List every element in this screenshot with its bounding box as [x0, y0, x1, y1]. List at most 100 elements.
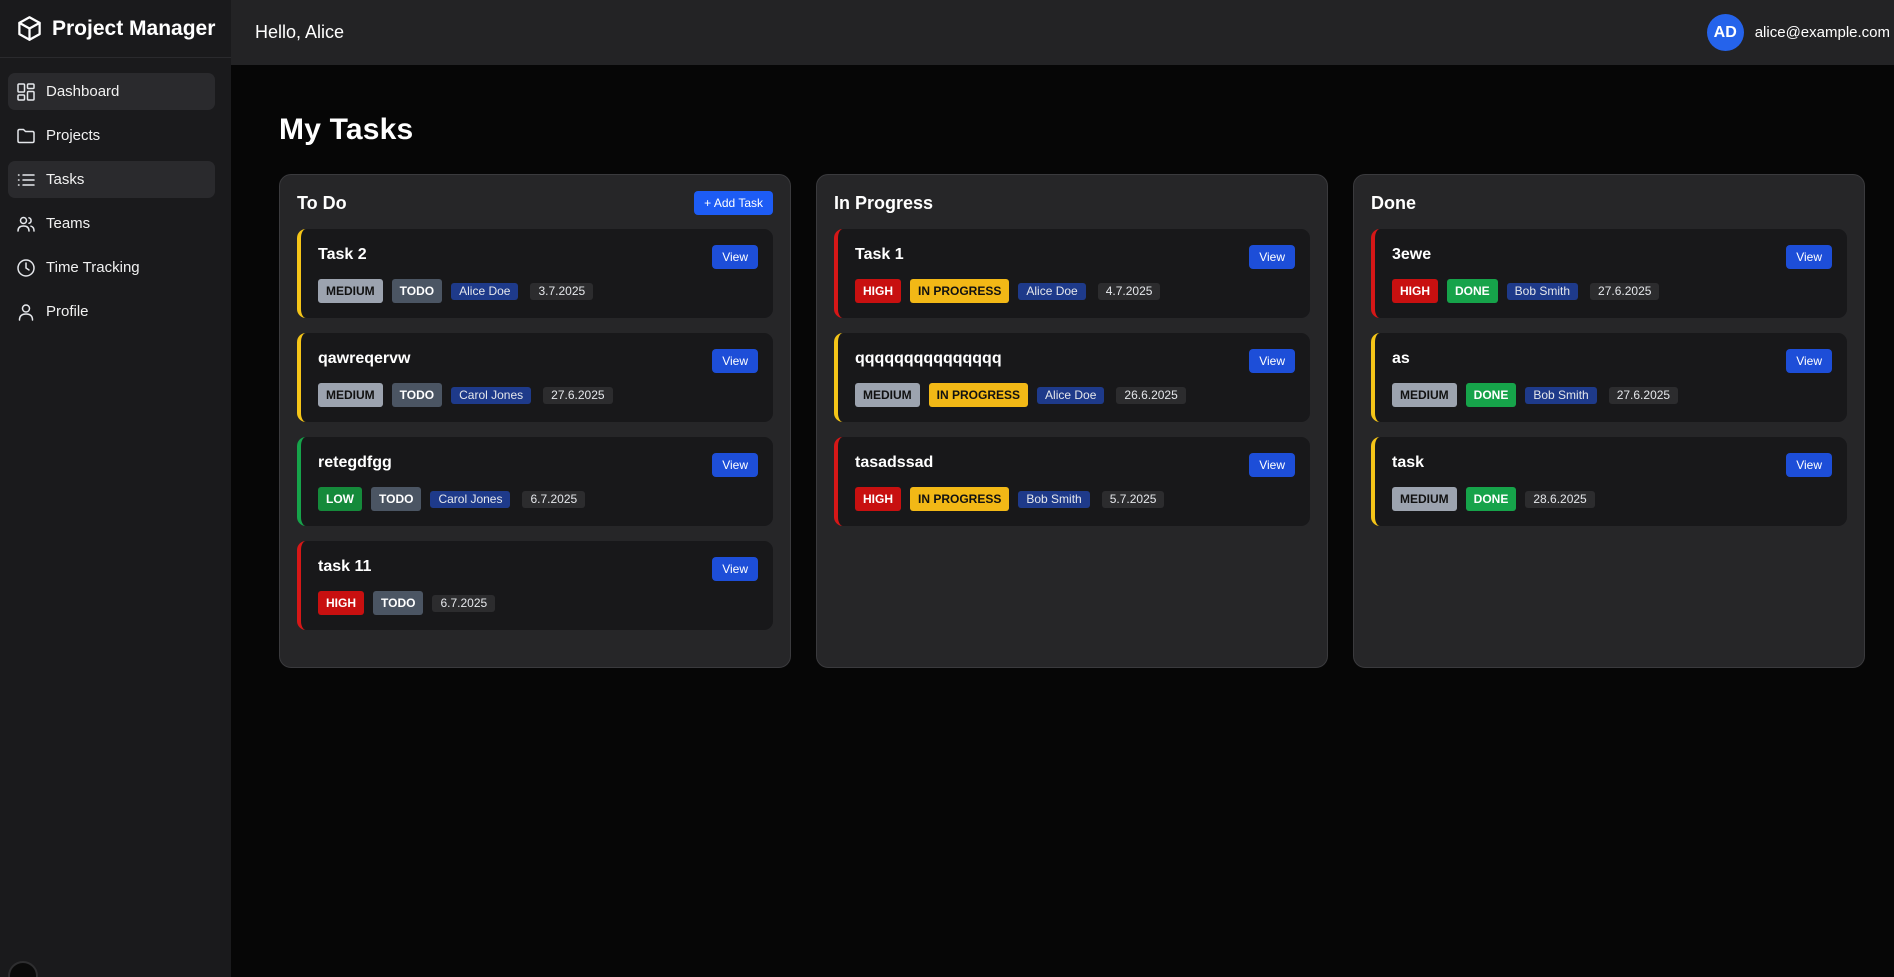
column-title: To Do	[297, 192, 347, 213]
view-button[interactable]: View	[1786, 245, 1832, 269]
view-button[interactable]: View	[1249, 349, 1295, 373]
add-task-button[interactable]: + Add Task	[694, 191, 773, 215]
task-title: 3ewe	[1392, 246, 1432, 263]
status-badge: TODO	[391, 383, 443, 407]
app-title: Project Manager	[52, 16, 216, 40]
sidebar-item-label: Teams	[46, 215, 91, 232]
column-header: In Progress	[834, 191, 1310, 215]
main-area: Hello, Alice AD alice@example.com My Tas…	[231, 0, 1894, 977]
column-title: Done	[1371, 192, 1416, 213]
priority-badge: LOW	[318, 487, 362, 511]
user-icon	[18, 303, 34, 321]
view-button[interactable]: View	[1249, 245, 1295, 269]
task-card[interactable]: qqqqqqqqqqqqqqq View MEDIUM IN PROGRESS Alic…	[834, 333, 1310, 422]
greeting: Hello, Alice	[255, 22, 345, 42]
sidebar-item-label: Projects	[46, 127, 101, 144]
task-title: tasadssad	[855, 454, 934, 471]
users-icon	[17, 216, 35, 232]
sidebar-item-projects[interactable]: Projects	[8, 117, 215, 154]
status-badge: DONE	[1447, 279, 1498, 303]
sidebar: Project Manager Dashboard Projects Tasks…	[0, 0, 231, 977]
due-date: 5.7.2025	[1101, 490, 1165, 508]
assignee-badge: Bob Smith	[1018, 490, 1090, 508]
view-button[interactable]: View	[712, 349, 758, 373]
status-badge: DONE	[1465, 487, 1517, 511]
sidebar-item-label: Profile	[46, 303, 89, 320]
user-menu[interactable]: AD alice@example.com	[1706, 14, 1890, 51]
sidebar-item-label: Time Tracking	[46, 259, 140, 276]
sidebar-item-teams[interactable]: Teams	[8, 205, 215, 242]
task-card[interactable]: retegdfgg View LOW TODO Carol Jones 6.7.2025	[297, 437, 773, 526]
task-tags: MEDIUM DONE Bob Smith 27.6.2025	[1392, 383, 1832, 407]
column-title: In Progress	[834, 192, 934, 213]
cube-icon	[18, 16, 41, 41]
app-root: Project Manager Dashboard Projects Tasks…	[0, 0, 1894, 977]
due-date: 26.6.2025	[1116, 386, 1186, 404]
task-tags: HIGH IN PROGRESS Bob Smith 5.7.2025	[855, 487, 1295, 511]
task-card[interactable]: Task 2 View MEDIUM TODO Alice Doe 3.7.2025	[297, 229, 773, 318]
page-title: My Tasks	[279, 113, 414, 146]
task-tags: MEDIUM TODO Carol Jones 27.6.2025	[318, 383, 758, 407]
view-button[interactable]: View	[712, 557, 758, 581]
task-card[interactable]: Task 1 View HIGH IN PROGRESS Alice Doe 4.7.20…	[834, 229, 1310, 318]
view-button[interactable]: View	[1786, 453, 1832, 477]
column-in-progress: In Progress Task 1 View HIGH IN PROGRESS Alic…	[816, 174, 1328, 668]
task-tags: MEDIUM IN PROGRESS Alice Doe 26.6.2025	[855, 383, 1295, 407]
status-badge: TODO	[371, 487, 422, 511]
user-email: alice@example.com	[1754, 24, 1890, 41]
view-button[interactable]: View	[1786, 349, 1832, 373]
view-button[interactable]: View	[712, 453, 758, 477]
task-card[interactable]: 3ewe View HIGH DONE Bob Smith 27.6.2025	[1371, 229, 1847, 318]
task-title: task 11	[318, 558, 372, 575]
topbar: Hello, Alice AD alice@example.com	[231, 0, 1894, 65]
task-title: as	[1392, 350, 1410, 367]
task-card[interactable]: tasadssad View HIGH IN PROGRESS Bob Smith 5.7…	[834, 437, 1310, 526]
priority-badge: HIGH	[855, 279, 901, 303]
task-card[interactable]: task View MEDIUM DONE 28.6.2025	[1371, 437, 1847, 526]
view-button[interactable]: View	[1249, 453, 1295, 477]
sidebar-item-tasks[interactable]: Tasks	[8, 161, 215, 198]
status-badge: IN PROGRESS	[910, 487, 1010, 511]
status-badge: IN PROGRESS	[910, 279, 1010, 303]
task-card[interactable]: qawreqervw View MEDIUM TODO Carol Jones 27.6.…	[297, 333, 773, 422]
priority-badge: HIGH	[855, 487, 901, 511]
due-date: 27.6.2025	[1608, 386, 1679, 404]
list-icon	[17, 173, 35, 186]
column-header: Done	[1371, 191, 1847, 215]
corner-button[interactable]	[8, 961, 38, 977]
task-title: Task 2	[318, 246, 367, 263]
task-title: qqqqqqqqqqqqqqq	[855, 350, 1002, 367]
priority-badge: HIGH	[1392, 279, 1438, 303]
task-card[interactable]: as View MEDIUM DONE Bob Smith 27.6.2025	[1371, 333, 1847, 422]
sidebar-item-label: Tasks	[46, 171, 85, 188]
task-tags: HIGH DONE Bob Smith 27.6.2025	[1392, 279, 1832, 303]
priority-badge: HIGH	[318, 591, 364, 615]
assignee-badge: Bob Smith	[1525, 386, 1597, 404]
assignee-badge: Alice Doe	[1037, 386, 1105, 404]
due-date: 27.6.2025	[1590, 282, 1660, 300]
brand: Project Manager	[0, 0, 231, 58]
status-badge: IN PROGRESS	[928, 383, 1029, 407]
due-date: 4.7.2025	[1097, 282, 1161, 300]
due-date: 3.7.2025	[530, 282, 594, 300]
task-card[interactable]: task 11 View HIGH TODO 6.7.2025	[297, 541, 773, 630]
priority-badge: MEDIUM	[318, 383, 383, 407]
sidebar-item-label: Dashboard	[46, 83, 120, 100]
due-date: 27.6.2025	[543, 386, 613, 404]
status-badge: DONE	[1465, 383, 1517, 407]
sidebar-item-time-tracking[interactable]: Time Tracking	[8, 249, 215, 286]
task-title: Task 1	[855, 246, 904, 263]
assignee-badge: Carol Jones	[451, 386, 532, 404]
status-badge: TODO	[373, 591, 424, 615]
task-tags: HIGH IN PROGRESS Alice Doe 4.7.2025	[855, 279, 1295, 303]
assignee-badge: Alice Doe	[1018, 282, 1086, 300]
avatar[interactable]: AD	[1706, 14, 1744, 51]
column-to-do: To Do + Add Task Task 2 View MEDIUM TODO Alice…	[279, 174, 791, 668]
view-button[interactable]: View	[712, 245, 758, 269]
sidebar-item-profile[interactable]: Profile	[8, 293, 215, 330]
column-header: To Do + Add Task	[297, 191, 773, 215]
task-tags: LOW TODO Carol Jones 6.7.2025	[318, 487, 758, 511]
sidebar-item-dashboard[interactable]: Dashboard	[8, 73, 215, 110]
clock-icon	[17, 258, 35, 277]
priority-badge: MEDIUM	[1392, 487, 1457, 511]
